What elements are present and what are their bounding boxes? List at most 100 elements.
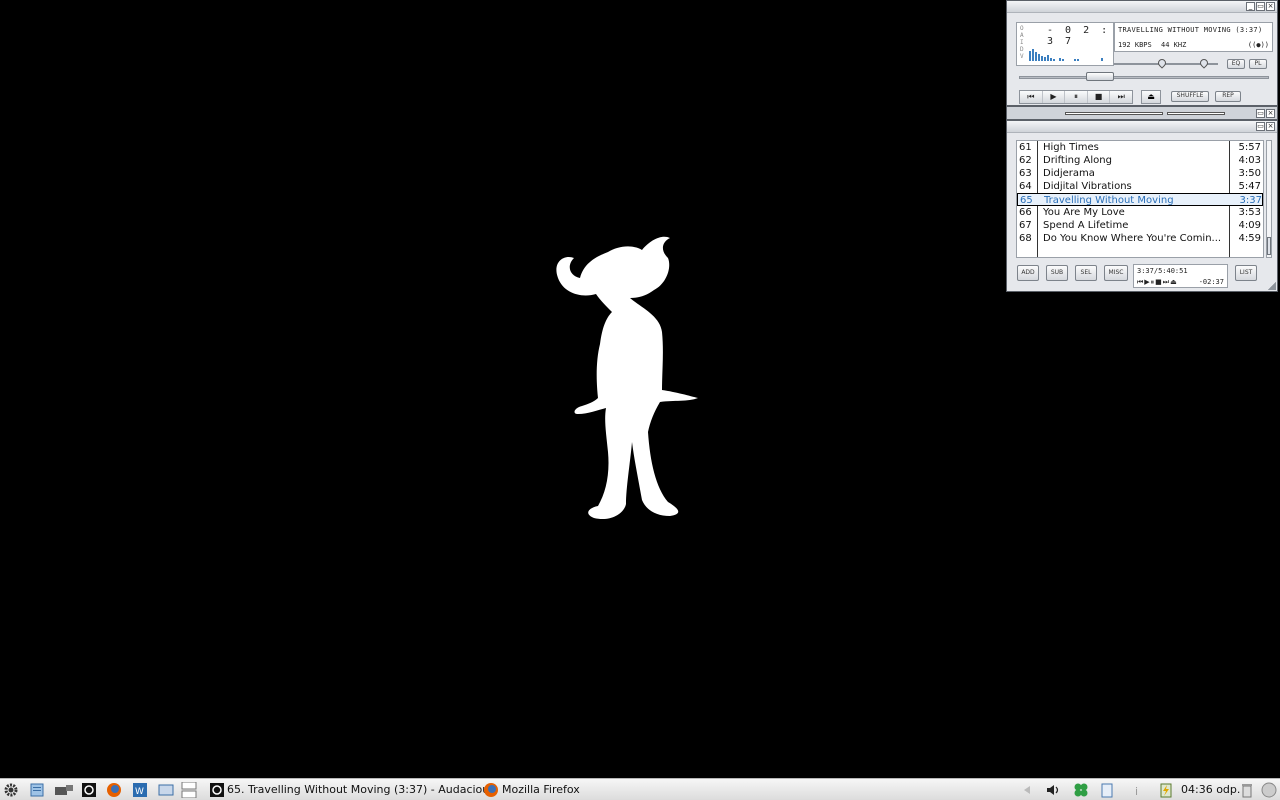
- playlist-row-current[interactable]: 65 Travelling Without Moving 3:37: [1017, 193, 1263, 206]
- seek-bar[interactable]: [1019, 76, 1269, 79]
- shade-icon[interactable]: ▭: [1256, 109, 1265, 118]
- taskbar: W 65. Travelling Without Moving (3:37) -…: [0, 778, 1280, 800]
- battery-charging-icon[interactable]: [1158, 782, 1174, 798]
- trash-icon[interactable]: [1239, 782, 1255, 798]
- track-title: Didjital Vibrations: [1043, 181, 1132, 192]
- playlist-row[interactable]: 67 Spend A Lifetime 4:09: [1017, 219, 1263, 232]
- close-icon[interactable]: ×: [1266, 109, 1275, 118]
- show-desktop-icon[interactable]: [1261, 782, 1277, 798]
- mini-transport-icon[interactable]: ⏮▶⏸■⏭⏏: [1137, 278, 1178, 287]
- audacious-launcher-icon[interactable]: [81, 782, 97, 798]
- track-length: 4:09: [1238, 220, 1261, 231]
- misc-button[interactable]: MISC: [1104, 265, 1128, 281]
- total-time: 3:37/5:40:51: [1137, 267, 1188, 275]
- pause-icon[interactable]: ⏸: [1065, 91, 1088, 103]
- seek-knob[interactable]: [1085, 72, 1114, 81]
- clock[interactable]: 04:36 odp.: [1181, 780, 1240, 800]
- bitrate-label: 192 KBPS: [1118, 41, 1152, 49]
- playlist-list[interactable]: 61 High Times 5:57 62 Drifting Along 4:0…: [1016, 140, 1264, 258]
- play-icon[interactable]: ▶: [1043, 91, 1066, 103]
- volume-slider-knob[interactable]: [1156, 57, 1168, 69]
- task-audacious[interactable]: 65. Travelling Without Moving (3:37) - A…: [227, 780, 495, 800]
- volume-icon[interactable]: [1045, 782, 1061, 798]
- track-length: 5:57: [1238, 142, 1261, 153]
- remaining-time: -02:37: [1198, 278, 1224, 286]
- desktop-pager-icon[interactable]: [181, 782, 197, 798]
- close-icon[interactable]: ×: [1266, 2, 1275, 11]
- stop-icon[interactable]: ■: [1088, 91, 1111, 103]
- track-title: Do You Know Where You're Comin...: [1043, 233, 1222, 244]
- stereo-indicator: ((●)): [1247, 41, 1269, 49]
- minimize-icon[interactable]: _: [1246, 2, 1255, 11]
- shuffle-button[interactable]: SHUFFLE: [1171, 91, 1209, 102]
- svg-text:W: W: [135, 787, 144, 797]
- spectrum-analyzer: [1029, 49, 1103, 61]
- clipboard-icon[interactable]: [1099, 782, 1115, 798]
- time-display[interactable]: - 0 2 : 3 7: [1047, 25, 1113, 47]
- file-manager-icon[interactable]: [29, 782, 45, 798]
- track-number: 61: [1019, 142, 1032, 153]
- playlist-time-panel: 3:37/5:40:51 ⏮▶⏸■⏭⏏ -02:37: [1133, 264, 1228, 288]
- playlist-row[interactable]: 63 Didjerama 3:50: [1017, 167, 1263, 180]
- eq-balance-bar[interactable]: [1167, 112, 1225, 115]
- svg-text:i: i: [1135, 785, 1138, 798]
- add-button[interactable]: ADD: [1017, 265, 1039, 281]
- playlist-titlebar[interactable]: ▭ ×: [1007, 121, 1277, 133]
- track-title: Spend A Lifetime: [1043, 220, 1129, 231]
- editor-icon[interactable]: W: [132, 782, 148, 798]
- eject-icon[interactable]: ⏏: [1141, 90, 1161, 104]
- task-firefox[interactable]: Mozilla Firefox: [502, 780, 580, 800]
- previous-icon[interactable]: ⏮: [1020, 91, 1043, 103]
- network-icon[interactable]: [54, 782, 74, 798]
- audacious-main-window[interactable]: _ ▭ × O A I D V - 0 2 : 3 7 TRAVELLING W…: [1006, 0, 1278, 106]
- track-length: 3:53: [1238, 207, 1261, 218]
- volume-slider-track[interactable]: [1114, 63, 1194, 65]
- track-number: 63: [1019, 168, 1032, 179]
- equalizer-window-shaded[interactable]: ▭ ×: [1006, 106, 1278, 120]
- track-title: You Are My Love: [1043, 207, 1125, 218]
- transport-controls: ⏮ ▶ ⏸ ■ ⏭: [1019, 90, 1133, 104]
- balance-slider-knob[interactable]: [1198, 57, 1210, 69]
- repeat-button[interactable]: REP: [1215, 91, 1241, 102]
- track-length: 3:50: [1238, 168, 1261, 179]
- song-title-scroller[interactable]: TRAVELLING WITHOUT MOVING (3:37): [1118, 26, 1262, 34]
- track-number: 64: [1019, 181, 1032, 192]
- shade-icon[interactable]: ▭: [1256, 2, 1265, 11]
- clutterbar-letters[interactable]: O A I D V: [1020, 25, 1026, 60]
- eq-toggle-button[interactable]: EQ: [1227, 59, 1245, 69]
- playlist-row[interactable]: 68 Do You Know Where You're Comin... 4:5…: [1017, 232, 1263, 245]
- gear-icon[interactable]: [3, 782, 19, 798]
- media-tray-icon[interactable]: [1020, 782, 1036, 798]
- firefox-task-icon: [484, 783, 498, 797]
- track-title: Drifting Along: [1043, 155, 1112, 166]
- sub-button[interactable]: SUB: [1046, 265, 1068, 281]
- playlist-row[interactable]: 66 You Are My Love 3:53: [1017, 206, 1263, 219]
- playlist-scroll-thumb[interactable]: [1267, 237, 1271, 255]
- list-button[interactable]: LIST: [1235, 265, 1257, 281]
- playlist-row[interactable]: 61 High Times 5:57: [1017, 141, 1263, 154]
- track-number: 66: [1019, 207, 1032, 218]
- playlist-row[interactable]: 62 Drifting Along 4:03: [1017, 154, 1263, 167]
- resize-grip-icon[interactable]: [1268, 282, 1276, 290]
- track-length: 4:59: [1238, 233, 1261, 244]
- clover-icon[interactable]: [1073, 782, 1089, 798]
- samplerate-label: 44 KHZ: [1161, 41, 1187, 49]
- main-titlebar[interactable]: _ ▭ ×: [1007, 1, 1277, 13]
- playlist-window[interactable]: ▭ × 61 High Times 5:57 62 Drifting Along…: [1006, 120, 1278, 292]
- track-title: High Times: [1043, 142, 1099, 153]
- playlist-row[interactable]: 64 Didjital Vibrations 5:47: [1017, 180, 1263, 193]
- info-icon[interactable]: i: [1129, 782, 1145, 798]
- close-icon[interactable]: ×: [1266, 122, 1275, 131]
- sel-button[interactable]: SEL: [1075, 265, 1097, 281]
- track-length: 4:03: [1238, 155, 1261, 166]
- firefox-icon[interactable]: [106, 782, 122, 798]
- playlist-toggle-button[interactable]: PL: [1249, 59, 1267, 69]
- screenshot-icon[interactable]: [158, 782, 174, 798]
- shade-icon[interactable]: ▭: [1256, 122, 1265, 131]
- song-info-panel: TRAVELLING WITHOUT MOVING (3:37) 192 KBP…: [1114, 22, 1273, 52]
- visualization-panel[interactable]: O A I D V - 0 2 : 3 7: [1016, 22, 1114, 66]
- next-icon[interactable]: ⏭: [1110, 91, 1132, 103]
- wallpaper-jamiroquai-buffalo-man: [556, 236, 698, 520]
- playlist-scrollbar[interactable]: [1266, 140, 1272, 258]
- eq-volume-bar[interactable]: [1065, 112, 1163, 115]
